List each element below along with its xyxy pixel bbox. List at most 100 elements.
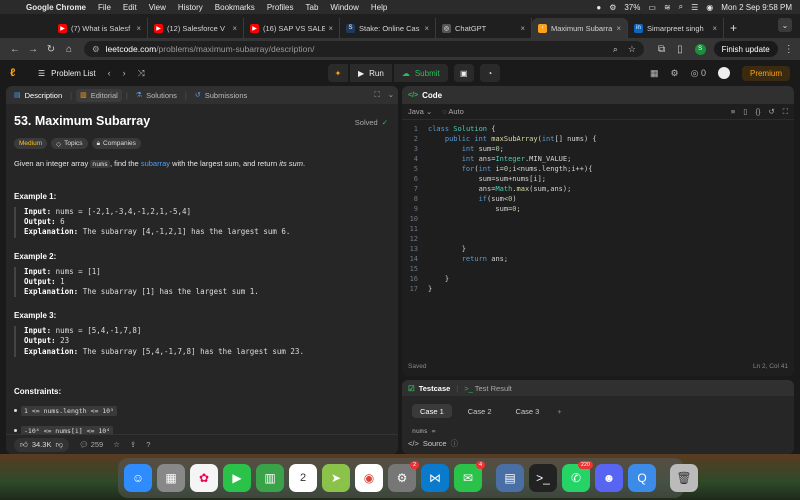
terminal-app-icon[interactable]: >_ <box>529 464 557 492</box>
thumbs-down-icon[interactable]: 👎︎ <box>55 440 63 450</box>
new-tab-button[interactable]: + <box>730 18 737 38</box>
close-tab-icon[interactable]: × <box>136 24 141 33</box>
reload-icon[interactable]: ↻ <box>42 44 60 55</box>
close-tab-icon[interactable]: × <box>712 24 717 33</box>
more-menu-icon[interactable]: ⋮ <box>784 44 794 55</box>
menu-bookmarks[interactable]: Bookmarks <box>215 3 255 12</box>
star-icon[interactable]: ☆ <box>113 440 120 449</box>
close-tab-icon[interactable]: × <box>328 24 333 33</box>
problem-list-button[interactable]: ☰ Problem List <box>38 69 96 78</box>
case-tab-2[interactable]: Case 2 <box>460 404 500 418</box>
menu-app-name[interactable]: Google Chrome <box>26 3 86 12</box>
comments-button[interactable]: 💬︎ 259 <box>79 440 103 449</box>
system-settings-icon[interactable]: ⚙ 2 <box>388 461 419 492</box>
wifi-icon[interactable]: ≋ <box>664 3 671 12</box>
profile-avatar[interactable]: S <box>694 43 706 55</box>
source-toggle[interactable]: </> Source ⓘ <box>408 438 458 449</box>
photos-icon[interactable]: ✿ <box>190 464 218 492</box>
browser-tab-2[interactable]: ▶ (12) Salesforce V × <box>148 18 244 38</box>
menu-profiles[interactable]: Profiles <box>267 3 294 12</box>
tab-editorial[interactable]: ▥ Editorial <box>76 88 122 102</box>
preview-icon[interactable]: ▤ <box>496 464 524 492</box>
menu-history[interactable]: History <box>178 3 203 12</box>
tab-testcase[interactable]: ☑ Testcase <box>408 384 450 393</box>
shuffle-icon[interactable]: ⤨ <box>138 68 145 79</box>
close-tab-icon[interactable]: × <box>424 24 429 33</box>
debug-icon[interactable]: ✦ <box>328 64 348 82</box>
browser-tab-3[interactable]: ▶ (16) SAP VS SALE × <box>244 18 340 38</box>
reset-icon[interactable]: ↺ <box>768 107 774 117</box>
settings-icon[interactable]: ⚙ <box>609 3 616 12</box>
zoom-icon[interactable]: ⌕ <box>613 44 618 55</box>
tab-submissions[interactable]: ↺ Submissions <box>191 89 251 102</box>
forward-icon[interactable]: → <box>24 44 42 55</box>
braces-icon[interactable]: {} <box>755 107 760 117</box>
battery-icon[interactable]: ▭ <box>648 3 656 12</box>
launchpad-icon[interactable]: ▦ <box>157 464 185 492</box>
siri-icon[interactable]: ◉ <box>706 3 713 12</box>
trash-icon[interactable]: 🗑︎ <box>670 464 698 492</box>
case-tab-3[interactable]: Case 3 <box>508 404 548 418</box>
menu-window[interactable]: Window <box>330 3 358 12</box>
layout-icon[interactable]: ▦ <box>650 68 659 79</box>
side-panel-icon[interactable]: ▯ <box>677 44 683 55</box>
tab-test-result[interactable]: >_ Test Result <box>464 384 512 393</box>
search-icon[interactable]: ⌕ <box>679 2 683 12</box>
discord-icon[interactable]: ☻ <box>595 464 623 492</box>
home-icon[interactable]: ⌂ <box>60 44 78 55</box>
browser-tab-5[interactable]: ◎ ChatGPT × <box>436 18 532 38</box>
problem-title[interactable]: 53. Maximum Subarray <box>14 114 390 128</box>
streak-counter[interactable]: ◎ 0 <box>691 68 706 79</box>
whatsapp-icon[interactable]: ✆ 220 <box>562 461 593 492</box>
companies-badge[interactable]: 🔒︎ Companies <box>91 138 141 149</box>
finish-update-button[interactable]: Finish update <box>713 41 778 57</box>
facetime-icon[interactable]: ▶ <box>223 464 251 492</box>
subarray-link[interactable]: subarray <box>141 159 170 168</box>
tab-solutions[interactable]: ⚗ Solutions <box>132 89 181 102</box>
chrome-icon[interactable]: ◉ <box>355 464 383 492</box>
browser-tab-4[interactable]: S Stake: Online Cas × <box>340 18 436 38</box>
timer-icon[interactable]: ◔ <box>479 64 500 82</box>
menu-view[interactable]: View <box>149 3 166 12</box>
submit-button[interactable]: ☁ Submit <box>393 64 448 82</box>
record-icon[interactable]: ● <box>596 3 601 12</box>
finder-icon[interactable]: ☺ <box>124 464 152 492</box>
next-problem-icon[interactable]: › <box>123 68 126 79</box>
site-info-icon[interactable]: ⚙ <box>92 44 100 55</box>
prev-problem-icon[interactable]: ‹ <box>108 68 111 79</box>
close-tab-icon[interactable]: × <box>616 24 621 33</box>
menu-tab[interactable]: Tab <box>306 3 319 12</box>
menu-file[interactable]: File <box>98 3 111 12</box>
close-tab-icon[interactable]: × <box>232 24 237 33</box>
menu-help[interactable]: Help <box>371 3 387 12</box>
address-bar[interactable]: ⚙ leetcode.com /problems/maximum-subarra… <box>84 41 644 57</box>
collapse-icon[interactable]: ⌄ <box>388 90 394 100</box>
control-center-icon[interactable]: ☰ <box>691 3 698 12</box>
add-case-button[interactable]: + <box>555 404 563 418</box>
menu-clock[interactable]: Mon 2 Sep 9:58 PM <box>721 3 792 12</box>
bookmark-star-icon[interactable]: ☆ <box>628 44 636 55</box>
numbers-icon[interactable]: ▥ <box>256 464 284 492</box>
notes-icon[interactable]: ▣ <box>453 64 474 82</box>
tab-search-button[interactable]: ⌄ <box>778 18 792 32</box>
tab-description[interactable]: ▤ Description <box>10 89 66 102</box>
browser-tab-7[interactable]: in Simarpreet singh × <box>628 18 724 38</box>
browser-tab-1[interactable]: ▶ (7) What is Salesf × <box>52 18 148 38</box>
fullscreen-icon[interactable]: ⛶ <box>783 107 788 117</box>
calendar-icon[interactable]: 2 <box>289 464 317 492</box>
language-select[interactable]: Java ⌄ <box>408 107 432 116</box>
case-tab-1[interactable]: Case 1 <box>412 404 452 418</box>
close-tab-icon[interactable]: × <box>520 24 525 33</box>
auto-mode[interactable]: ◌ Auto <box>442 107 464 116</box>
share-icon[interactable]: ⇪ <box>130 440 136 449</box>
bookmark-icon[interactable]: ▯ <box>743 107 747 117</box>
format-icon[interactable]: ≡ <box>731 107 735 117</box>
vscode-icon[interactable]: ⋈ <box>421 464 449 492</box>
quicktime-icon[interactable]: Q <box>628 464 656 492</box>
premium-button[interactable]: Premium <box>741 65 790 81</box>
back-icon[interactable]: ← <box>6 44 24 55</box>
gear-icon[interactable]: ⚙ <box>671 68 679 79</box>
topics-badge[interactable]: ◇ Topics <box>51 138 88 149</box>
menu-edit[interactable]: Edit <box>123 3 137 12</box>
user-avatar[interactable] <box>717 67 730 79</box>
